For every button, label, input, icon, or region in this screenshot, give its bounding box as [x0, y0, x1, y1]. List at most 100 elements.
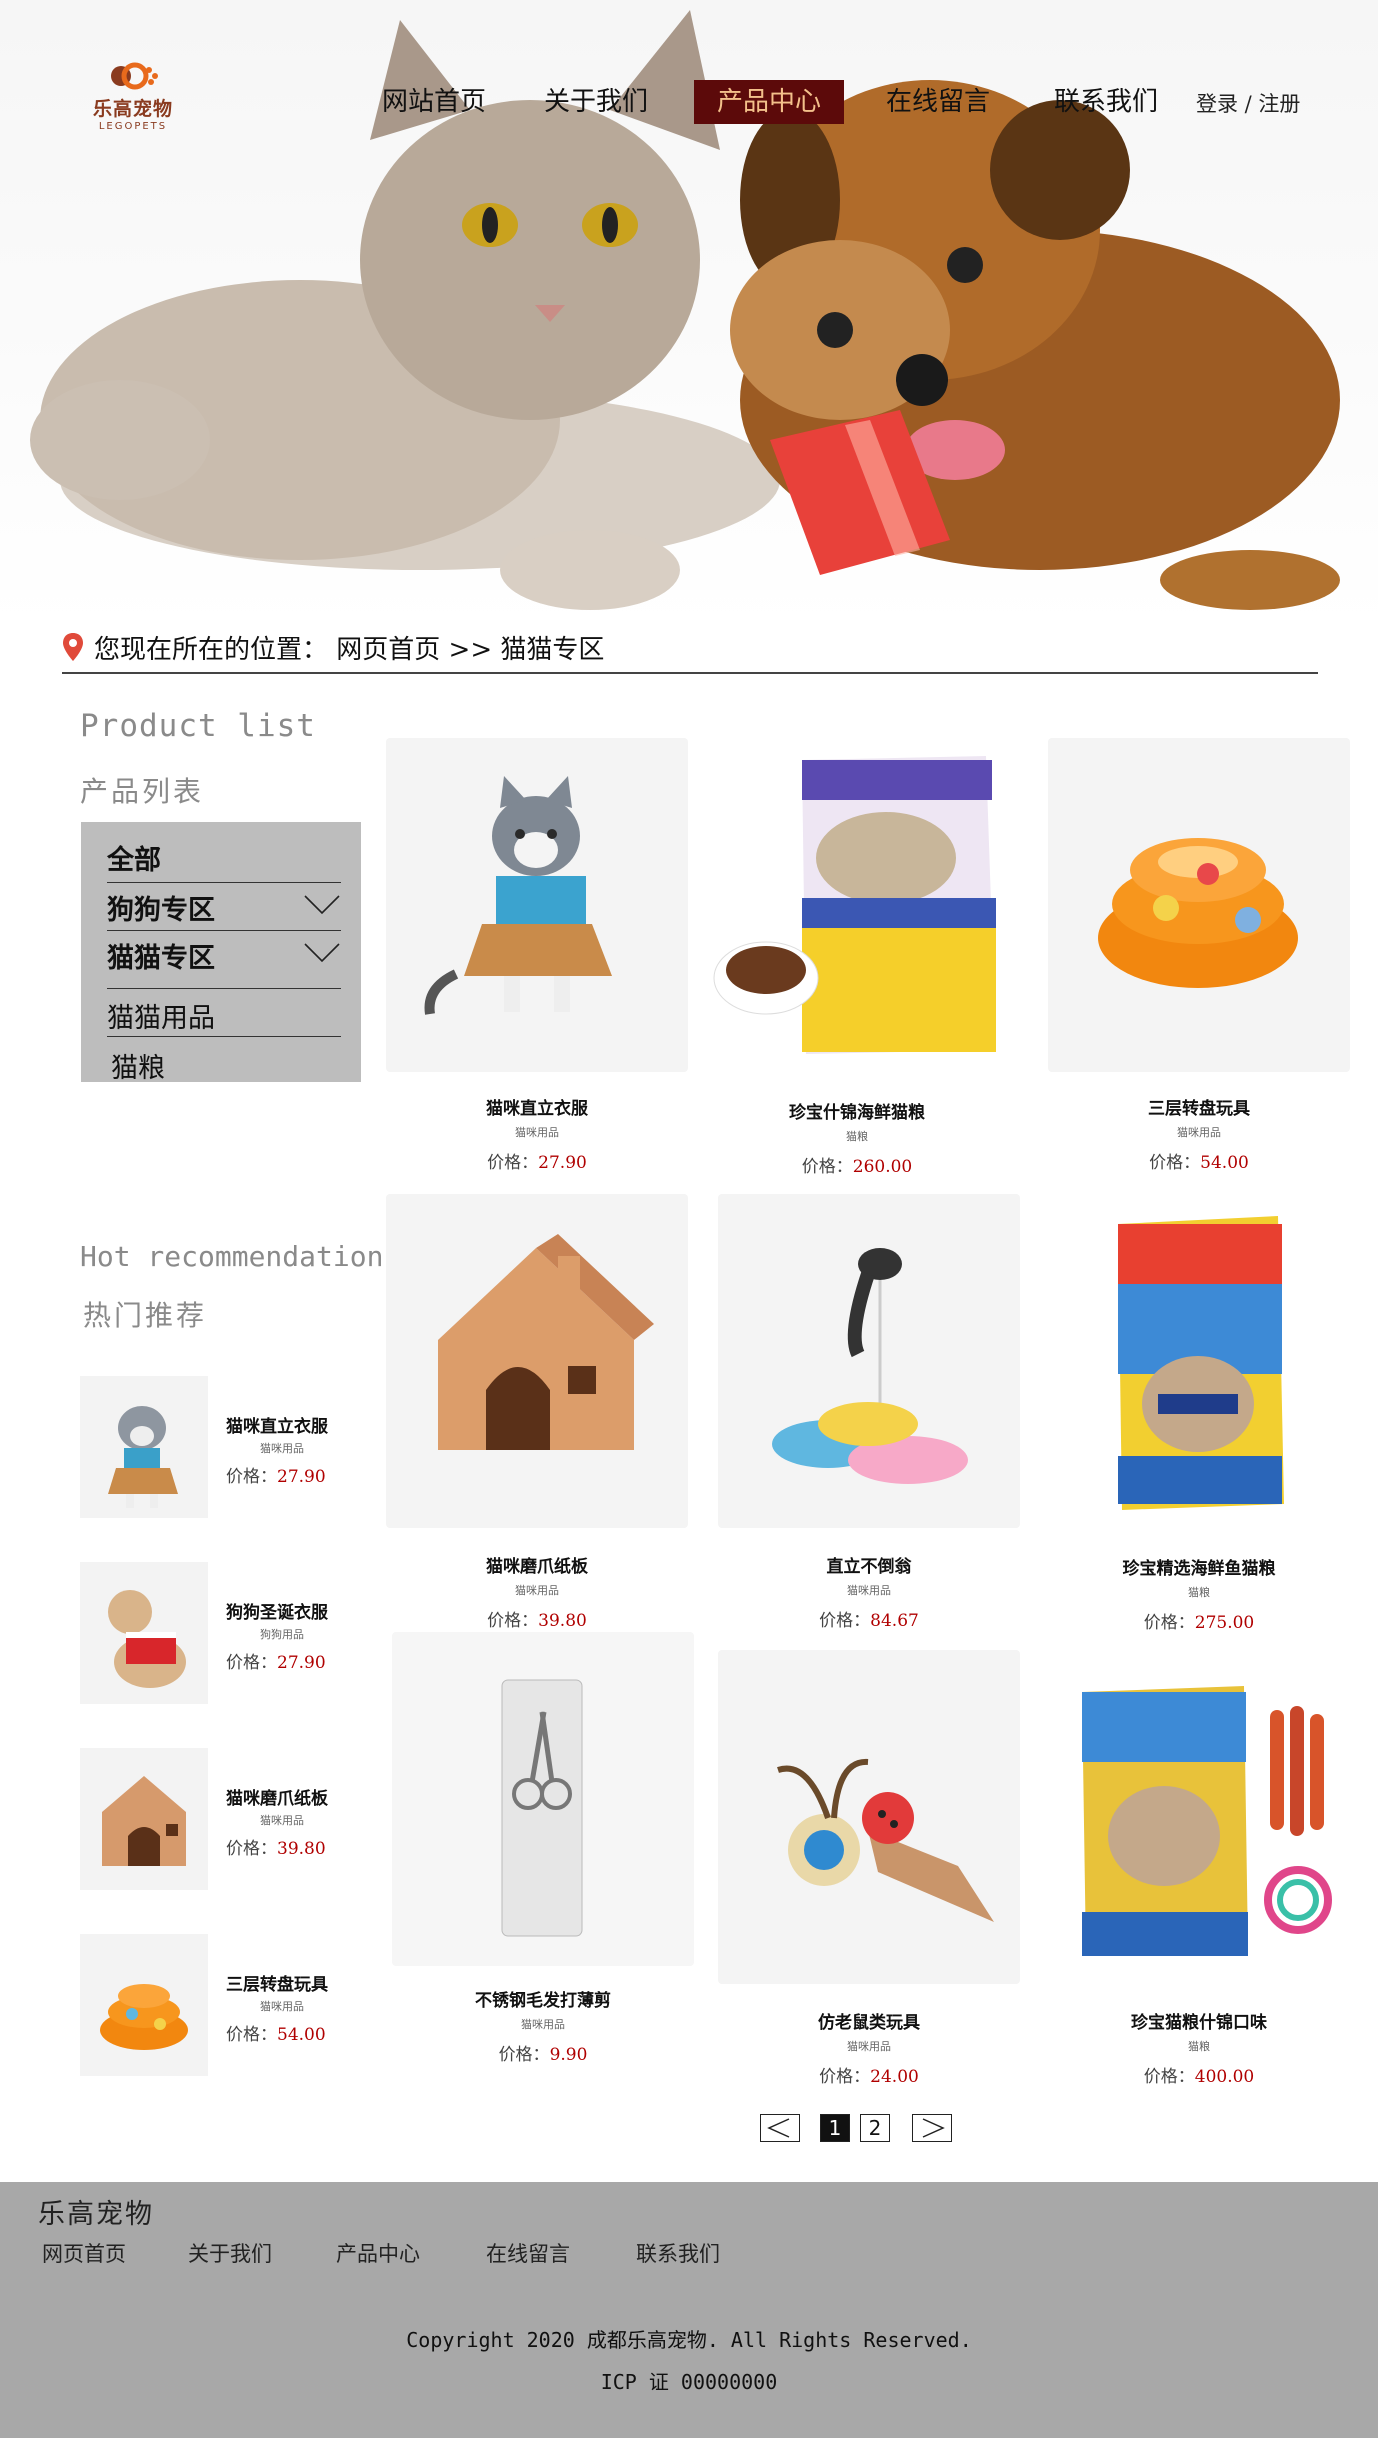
- product-image[interactable]: [386, 1194, 688, 1528]
- hot-item-category: 猫咪用品: [260, 1814, 304, 1827]
- price-value: 84.67: [870, 1611, 919, 1631]
- price-label: 价格：: [801, 1157, 853, 1177]
- footer-brand: 乐高宠物: [38, 2199, 154, 2230]
- hot-title-cn: 热门推荐: [83, 1299, 208, 1332]
- category-menu: 全部 狗狗专区 猫猫专区 猫猫用品 猫粮: [81, 822, 361, 1085]
- price-value: 27.90: [277, 1653, 326, 1673]
- product-image[interactable]: [1048, 1194, 1350, 1528]
- product-image[interactable]: [1048, 1650, 1350, 1984]
- product-price: 价格：9.90: [392, 2040, 694, 2065]
- hot-item[interactable]: 狗狗圣诞衣服 狗狗用品 价格：27.90: [80, 1562, 380, 1708]
- hot-item-name: 狗狗圣诞衣服: [226, 1603, 328, 1623]
- breadcrumb-text: 您现在所在的位置： 网页首页 >> 猫猫专区: [94, 635, 605, 665]
- product-name[interactable]: 直立不倒翁: [718, 1552, 1020, 1577]
- price-value: 400.00: [1194, 2067, 1255, 2087]
- divider: [107, 882, 341, 883]
- next-page-button[interactable]: [912, 2114, 952, 2142]
- product-image[interactable]: [392, 1632, 694, 1966]
- price-label: 价格：: [226, 1839, 277, 1859]
- brand-logo[interactable]: 乐高宠物 LEGOPETS: [88, 58, 178, 138]
- product-list-title-cn: 产品列表: [80, 775, 205, 808]
- prev-page-button[interactable]: [760, 2114, 800, 2142]
- product-category: 猫咪用品: [847, 2040, 891, 2053]
- divider: [107, 930, 341, 931]
- nav-item-products[interactable]: 产品中心: [694, 80, 844, 124]
- product-category: 猫咪用品: [515, 1126, 559, 1139]
- page-button-1[interactable]: 1: [820, 2114, 850, 2142]
- category-cat-food[interactable]: 猫粮: [111, 1046, 345, 1085]
- nav-item-message[interactable]: 在线留言: [878, 80, 998, 124]
- category-dogs[interactable]: 狗狗专区: [107, 888, 341, 927]
- product-image[interactable]: [1048, 738, 1350, 1072]
- product-price: 价格：27.90: [386, 1148, 688, 1173]
- footer-link-products[interactable]: 产品中心: [336, 2238, 420, 2268]
- price-label: 价格：: [226, 2025, 277, 2045]
- product-category: 猫咪用品: [847, 1584, 891, 1597]
- product-name[interactable]: 不锈钢毛发打薄剪: [392, 1986, 694, 2011]
- hot-item-image[interactable]: [80, 1376, 208, 1518]
- price-value: 24.00: [870, 2067, 919, 2087]
- price-label: 价格：: [819, 2067, 871, 2087]
- chevron-down-icon[interactable]: [303, 942, 341, 964]
- nav-item-contact[interactable]: 联系我们: [1044, 80, 1168, 124]
- price-value: 27.90: [277, 1467, 326, 1487]
- login-register-link[interactable]: 登录 / 注册: [1196, 88, 1300, 118]
- hot-item-category: 猫咪用品: [260, 1442, 304, 1455]
- product-name[interactable]: 珍宝什锦海鲜猫粮: [706, 1098, 1008, 1123]
- price-value: 39.80: [277, 1839, 326, 1859]
- product-price: 价格：400.00: [1048, 2062, 1350, 2087]
- footer-link-contact[interactable]: 联系我们: [636, 2238, 720, 2268]
- hot-item-name: 猫咪直立衣服: [226, 1417, 328, 1437]
- hot-item-image[interactable]: [80, 1934, 208, 2076]
- price-label: 价格：: [498, 2045, 550, 2065]
- hot-item-price: 价格：27.90: [226, 1648, 326, 1673]
- hot-item[interactable]: 三层转盘玩具 猫咪用品 价格：54.00: [80, 1934, 380, 2080]
- product-image[interactable]: [718, 1650, 1020, 1984]
- category-cats[interactable]: 猫猫专区: [107, 936, 341, 975]
- product-name[interactable]: 三层转盘玩具: [1048, 1094, 1350, 1119]
- logo-mark-icon: [103, 58, 163, 92]
- product-category: 猫粮: [846, 1130, 868, 1143]
- product-category: 猫咪用品: [521, 2018, 565, 2031]
- hot-item-image[interactable]: [80, 1562, 208, 1704]
- price-label: 价格：: [226, 1467, 277, 1487]
- footer-link-about[interactable]: 关于我们: [188, 2238, 272, 2268]
- footer-copyright: Copyright 2020 成都乐高宠物. All Rights Reserv…: [406, 2328, 972, 2352]
- nav-item-home[interactable]: 网站首页: [374, 80, 494, 124]
- category-dogs-label: 狗狗专区: [107, 895, 215, 926]
- price-label: 价格：: [487, 1153, 539, 1173]
- footer: 乐高宠物 网页首页 关于我们 产品中心 在线留言 联系我们 Copyright …: [0, 2182, 1378, 2438]
- product-name[interactable]: 仿老鼠类玩具: [718, 2008, 1020, 2033]
- price-value: 9.90: [549, 2045, 588, 2065]
- price-value: 39.80: [538, 1611, 587, 1631]
- product-price: 价格：39.80: [386, 1606, 688, 1631]
- product-name[interactable]: 猫咪直立衣服: [386, 1094, 688, 1119]
- price-value: 275.00: [1194, 1613, 1255, 1633]
- product-image[interactable]: [718, 1194, 1020, 1528]
- hot-item[interactable]: 猫咪磨爪纸板 猫咪用品 价格：39.80: [80, 1748, 380, 1894]
- hot-item-image[interactable]: [80, 1748, 208, 1890]
- hot-item-price: 价格：27.90: [226, 1462, 326, 1487]
- hot-item-category: 狗狗用品: [260, 1628, 304, 1641]
- product-name[interactable]: 猫咪磨爪纸板: [386, 1552, 688, 1577]
- nav-item-about[interactable]: 关于我们: [536, 80, 656, 124]
- product-name[interactable]: 珍宝猫粮什锦口味: [1048, 2008, 1350, 2033]
- brand-name-cn: 乐高宠物: [92, 98, 173, 120]
- hot-item[interactable]: 猫咪直立衣服 猫咪用品 价格：27.90: [80, 1376, 380, 1522]
- hot-item-name: 三层转盘玩具: [226, 1975, 328, 1995]
- chevron-down-icon[interactable]: [303, 894, 341, 916]
- price-label: 价格：: [226, 1653, 277, 1673]
- category-cat-supplies[interactable]: 猫猫用品: [107, 996, 341, 1035]
- page-button-2[interactable]: 2: [860, 2114, 890, 2142]
- category-all[interactable]: 全部: [107, 838, 341, 877]
- product-name[interactable]: 珍宝精选海鲜鱼猫粮: [1048, 1554, 1350, 1579]
- footer-link-message[interactable]: 在线留言: [486, 2238, 570, 2268]
- footer-link-home[interactable]: 网页首页: [42, 2238, 126, 2268]
- product-image[interactable]: [706, 738, 1008, 1072]
- price-value: 54.00: [1200, 1153, 1249, 1173]
- product-list-title-en: Product list: [80, 708, 316, 744]
- product-category: 猫粮: [1188, 1586, 1210, 1599]
- product-image[interactable]: [386, 738, 688, 1072]
- hot-item-price: 价格：54.00: [226, 2020, 326, 2045]
- price-label: 价格：: [1143, 2067, 1195, 2087]
